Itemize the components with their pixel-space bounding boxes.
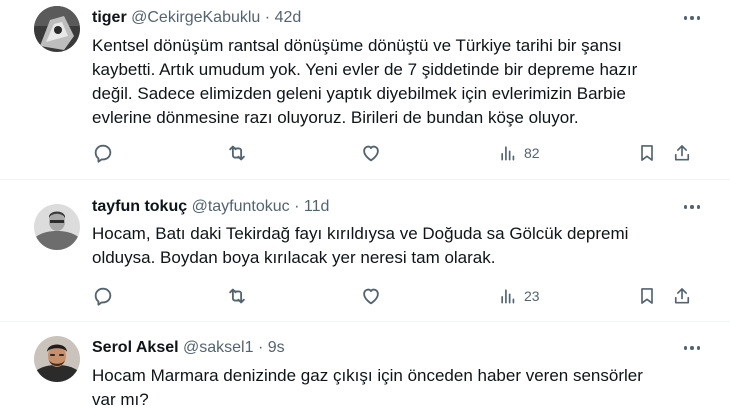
tweet-text: Hocam Marmara denizinde gaz çıkışı için … [92,366,643,409]
avatar[interactable] [34,6,80,52]
views-chart-icon [501,289,515,304]
retweet-icon [229,288,245,304]
views-chart-icon [501,146,515,161]
bookmark-button[interactable] [637,284,657,308]
separator: · [294,198,300,215]
tweet[interactable]: Serol Aksel @saksel1 · 9s Hocam Marmara … [0,322,730,420]
retweet-button[interactable] [226,284,248,308]
more-dots-icon[interactable] [680,8,704,28]
more-dots-icon[interactable] [680,338,704,358]
retweet-button[interactable] [226,141,248,165]
reply-icon [94,287,112,306]
reply-button[interactable] [92,284,114,308]
heart-icon [363,288,379,305]
share-icon [674,145,690,161]
retweet-icon [229,145,245,161]
action-bar: 82 [92,141,702,165]
share-icon [674,288,690,304]
display-name[interactable]: tiger [92,9,127,26]
user-handle[interactable]: @tayfuntokuc [192,198,290,215]
bookmark-button[interactable] [637,141,657,165]
user-handle[interactable]: @saksel1 [183,339,254,356]
timestamp[interactable]: 42d [275,9,302,26]
display-name[interactable]: tayfun tokuç [92,198,187,215]
views-button[interactable]: 82 [498,141,540,165]
user-handle[interactable]: @CekirgeKabuklu [131,9,260,26]
share-button[interactable] [672,284,692,308]
timestamp[interactable]: 9s [268,339,285,356]
reply-button[interactable] [92,141,114,165]
tweet[interactable]: tiger @CekirgeKabuklu · 42d Kentsel dönü… [0,0,730,178]
avatar[interactable] [34,204,80,250]
display-name[interactable]: Serol Aksel [92,339,179,356]
bookmark-icon [641,145,653,161]
share-button[interactable] [672,141,692,165]
tweet-header: Serol Aksel @saksel1 · 9s [92,338,285,358]
like-button[interactable] [360,141,382,165]
reply-feed: tiger @CekirgeKabuklu · 42d Kentsel dönü… [0,0,730,420]
reply-icon [94,144,112,163]
tweet[interactable]: tayfun tokuç @tayfuntokuc · 11d Hocam, B… [0,180,730,320]
more-dots-icon[interactable] [680,197,704,217]
like-button[interactable] [360,284,382,308]
tweet-text: Kentsel dönüşüm rantsal dönüşüme dönüştü… [92,36,638,127]
views-button[interactable]: 23 [498,284,540,308]
timestamp[interactable]: 11d [304,198,330,215]
views-count: 82 [524,145,540,161]
separator: · [257,339,264,356]
action-bar: 23 [92,284,702,308]
tweet-header: tayfun tokuç @tayfuntokuc · 11d [92,197,329,217]
tweet-header: tiger @CekirgeKabuklu · 42d [92,8,301,28]
separator: · [264,9,271,26]
heart-icon [363,145,379,162]
tweet-text: Hocam, Batı daki Tekirdağ fayı kırıldıys… [92,224,629,267]
avatar[interactable] [34,336,80,382]
bookmark-icon [641,288,653,304]
views-count: 23 [524,288,540,304]
